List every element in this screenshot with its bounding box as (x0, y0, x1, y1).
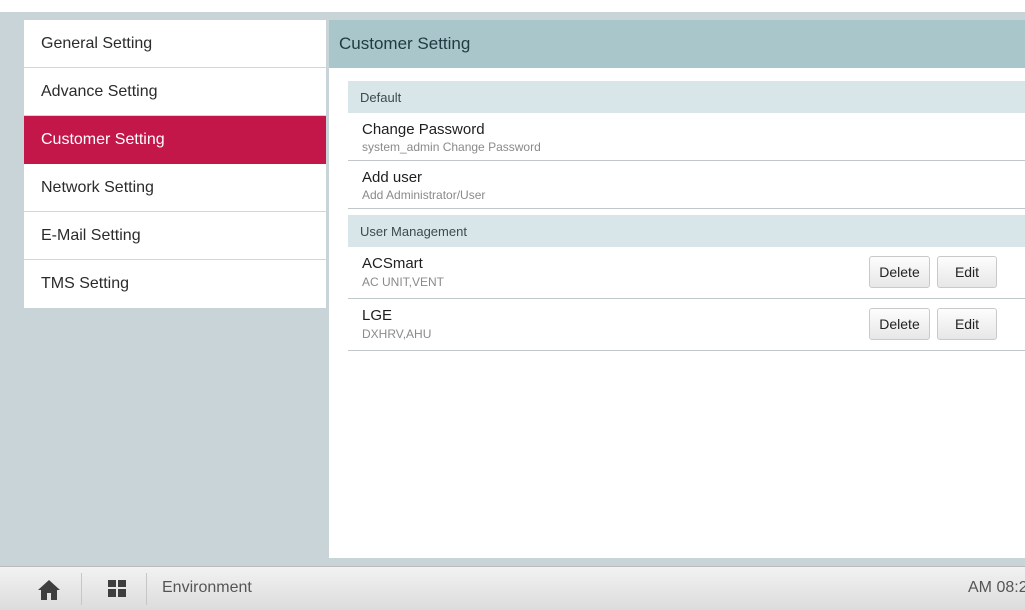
page-title: Customer Setting (329, 20, 1025, 68)
clock-display: AM 08:2 (968, 579, 1025, 596)
edit-button[interactable]: Edit (937, 308, 997, 340)
sidebar-item-tms-setting[interactable]: TMS Setting (24, 260, 326, 308)
user-name: ACSmart (362, 255, 423, 272)
section-label: Environment (162, 579, 252, 596)
user-name: LGE (362, 307, 393, 324)
row-title: Add user (362, 169, 423, 186)
row-subtitle: system_admin Change Password (362, 140, 541, 154)
user-row-acsmart: ACSmart AC UNIT,VENT Delete Edit (348, 247, 1025, 299)
sidebar-item-label: TMS Setting (41, 275, 130, 292)
row-title: Change Password (362, 121, 485, 138)
settings-content: Default Change Password system_admin Cha… (348, 81, 1025, 351)
main-panel: Customer Setting Default Change Password… (329, 20, 1025, 558)
sidebar-item-customer-setting[interactable]: Customer Setting (24, 116, 326, 164)
user-types: DXHRV,AHU (362, 327, 432, 341)
delete-button[interactable]: Delete (869, 308, 930, 340)
grid-icon[interactable] (108, 580, 126, 597)
sidebar-item-label: General Setting (41, 34, 153, 52)
top-strip (0, 0, 1025, 12)
sidebar-item-label: Advance Setting (41, 82, 158, 100)
add-user-row[interactable]: Add user Add Administrator/User (348, 161, 1025, 209)
change-password-row[interactable]: Change Password system_admin Change Pass… (348, 113, 1025, 161)
sidebar-item-general-setting[interactable]: General Setting (24, 20, 326, 68)
row-subtitle: Add Administrator/User (362, 188, 486, 202)
sidebar-item-advance-setting[interactable]: Advance Setting (24, 68, 326, 116)
app-frame: General Setting Advance Setting Customer… (0, 0, 1025, 610)
sidebar-item-label: Customer Setting (41, 130, 165, 148)
delete-button[interactable]: Delete (869, 256, 930, 288)
edit-button[interactable]: Edit (937, 256, 997, 288)
divider (146, 573, 147, 605)
sidebar-item-label: E-Mail Setting (41, 226, 141, 244)
sidebar-item-email-setting[interactable]: E-Mail Setting (24, 212, 326, 260)
sidebar-item-network-setting[interactable]: Network Setting (24, 164, 326, 212)
user-types: AC UNIT,VENT (362, 275, 445, 289)
home-icon[interactable] (37, 579, 61, 601)
section-header-default: Default (348, 81, 1025, 113)
section-header-user-management: User Management (348, 215, 1025, 247)
divider (81, 573, 82, 605)
sidebar-item-label: Network Setting (41, 178, 154, 196)
bottom-bar: Environment AM 08:2 (0, 566, 1025, 610)
user-row-lge: LGE DXHRV,AHU Delete Edit (348, 299, 1025, 351)
sidebar: General Setting Advance Setting Customer… (24, 20, 326, 308)
